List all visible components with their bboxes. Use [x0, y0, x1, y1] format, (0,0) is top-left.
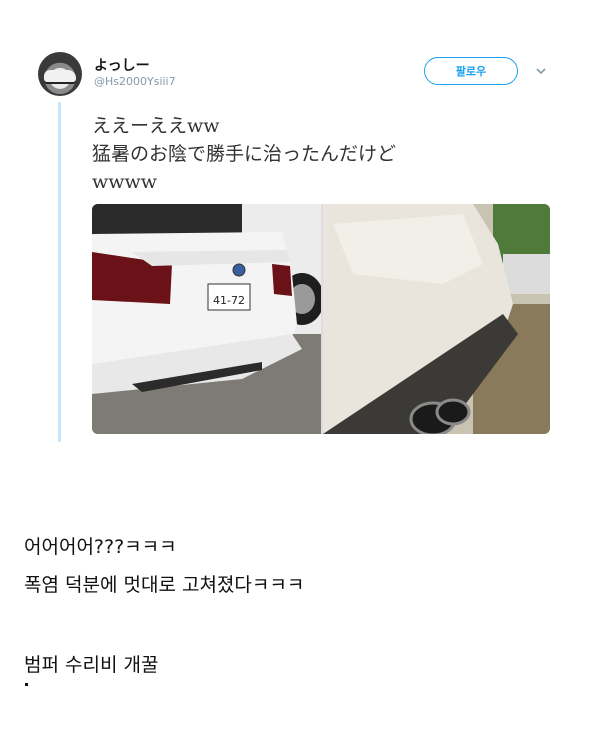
car-rear-illustration: 41-72	[92, 204, 324, 434]
bumper-illustration	[323, 204, 550, 434]
tweet-text-line: wwww	[92, 171, 158, 193]
display-name[interactable]: よっしー	[94, 55, 150, 75]
tweet-text-line: ええーええww	[92, 115, 220, 137]
thread-line	[58, 102, 61, 442]
text-cursor	[25, 683, 28, 686]
user-handle[interactable]: @Hs2000Ysiii7	[94, 75, 176, 88]
avatar[interactable]	[38, 52, 82, 96]
post-line: 어어어어???ㅋㅋㅋ	[24, 536, 177, 558]
license-plate-number: 41-72	[213, 294, 245, 307]
tweet-text: ええーええww 猛暑のお陰で勝手に治ったんだけど wwww	[92, 112, 552, 196]
chevron-down-icon[interactable]	[534, 64, 548, 78]
post-line: 폭염 덕분에 멋대로 고쳐졌다ㅋㅋㅋ	[24, 574, 305, 596]
tweet-card: よっしー @Hs2000Ysiii7 팔로우 ええーええww 猛暑のお陰で勝手に…	[0, 0, 600, 450]
post-line: 범퍼 수리비 개꿀	[24, 654, 159, 676]
car-icon	[44, 70, 76, 82]
follow-button[interactable]: 팔로우	[424, 57, 518, 85]
tweet-photos: 41-72	[92, 204, 550, 434]
car-rear-photo[interactable]: 41-72	[92, 204, 324, 434]
tweet-text-line: 猛暑のお陰で勝手に治ったんだけど	[92, 143, 397, 165]
bumper-closeup-photo[interactable]	[323, 204, 550, 434]
